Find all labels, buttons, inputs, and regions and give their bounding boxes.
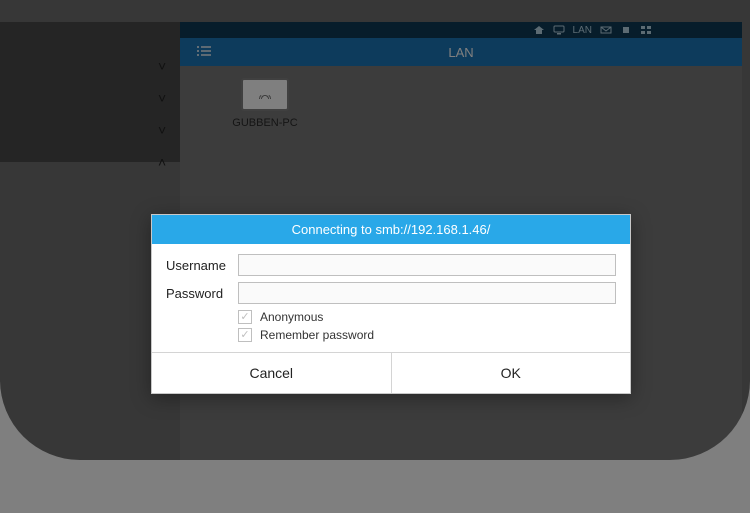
username-label: Username <box>166 258 238 273</box>
dialog-title: Connecting to smb://192.168.1.46/ <box>152 215 630 244</box>
checkbox-icon: ✓ <box>238 310 252 324</box>
password-input[interactable] <box>238 282 616 304</box>
connect-dialog: Connecting to smb://192.168.1.46/ Userna… <box>151 214 631 394</box>
ok-button[interactable]: OK <box>392 353 631 393</box>
remember-password-checkbox[interactable]: ✓ Remember password <box>238 328 616 342</box>
remember-label: Remember password <box>260 328 374 342</box>
anonymous-label: Anonymous <box>260 310 323 324</box>
password-label: Password <box>166 286 238 301</box>
anonymous-checkbox[interactable]: ✓ Anonymous <box>238 310 616 324</box>
checkbox-icon: ✓ <box>238 328 252 342</box>
username-input[interactable] <box>238 254 616 276</box>
cancel-button[interactable]: Cancel <box>152 353 392 393</box>
